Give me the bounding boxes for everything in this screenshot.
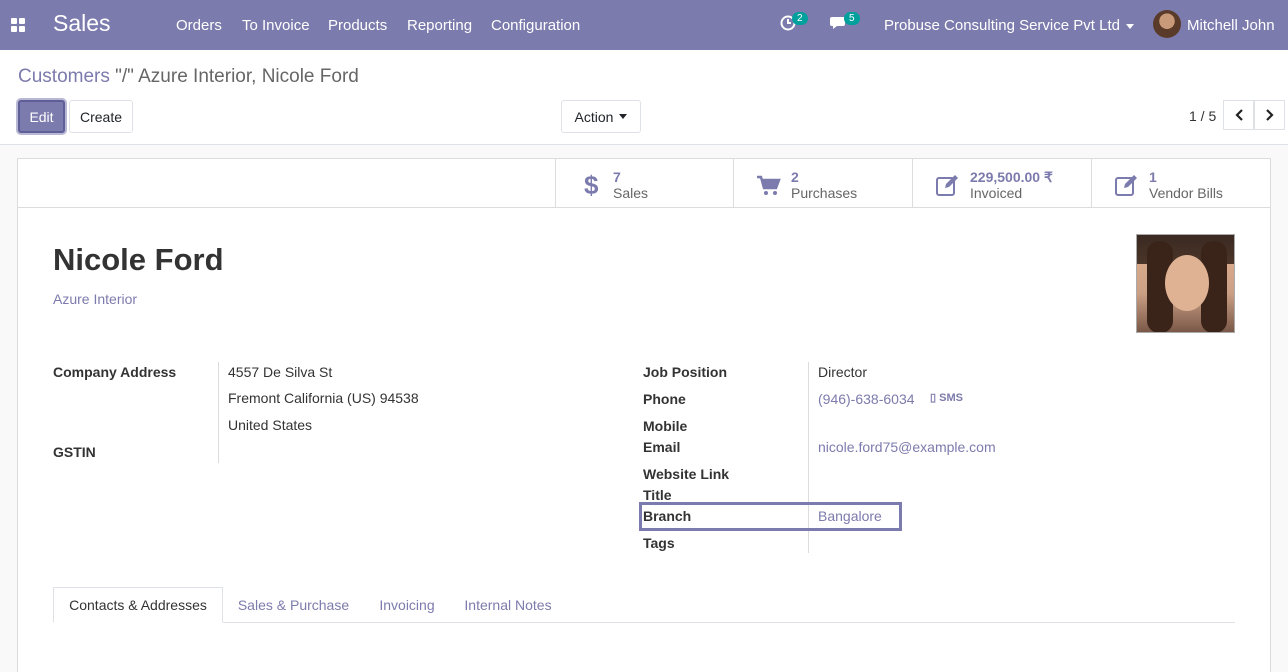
menu-orders[interactable]: Orders — [176, 17, 222, 34]
title-label: Title — [643, 487, 672, 503]
purchases-smart-button[interactable]: 2 Purchases — [733, 159, 912, 208]
purchases-count: 2 — [791, 169, 799, 185]
gstin-label: GSTIN — [53, 444, 96, 460]
website-label: Website Link — [643, 466, 730, 482]
svg-text:$: $ — [584, 172, 599, 198]
menu-reporting[interactable]: Reporting — [407, 17, 472, 34]
breadcrumb: Customers "/" Azure Interior, Nicole For… — [18, 66, 359, 88]
vendor-bills-smart-button[interactable]: 1 Vendor Bills — [1091, 159, 1270, 208]
pager-previous-button[interactable] — [1223, 100, 1254, 130]
chevron-down-icon — [619, 114, 628, 119]
activity-clock-icon[interactable]: 2 — [780, 12, 808, 34]
city-state-zip-field: Fremont California (US) 94538 — [228, 390, 419, 406]
create-button[interactable]: Create — [69, 100, 133, 133]
chevron-left-icon — [1234, 109, 1243, 121]
field-divider — [218, 362, 219, 463]
partner-name: Nicole Ford — [53, 242, 224, 277]
tags-label: Tags — [643, 535, 675, 551]
smart-button-box: $ 7 Sales 2 Purchases 229,500.00 ₹ Invoi… — [18, 159, 1270, 208]
menu-products[interactable]: Products — [328, 17, 387, 34]
purchases-label: Purchases — [791, 185, 858, 201]
breadcrumb-current: "/" Azure Interior, Nicole Ford — [115, 66, 359, 87]
menu-to-invoice[interactable]: To Invoice — [242, 17, 310, 34]
pager-value[interactable]: 1 / 5 — [1189, 108, 1216, 124]
activity-badge: 2 — [792, 12, 808, 25]
phone-value[interactable]: (946)-638-6034 — [818, 391, 915, 407]
chevron-right-icon — [1265, 109, 1274, 121]
app-name: Sales — [53, 10, 111, 36]
job-position-value: Director — [818, 364, 868, 380]
tab-sales-purchase[interactable]: Sales & Purchase — [223, 587, 364, 623]
mobile-label: Mobile — [643, 418, 688, 434]
email-value[interactable]: nicole.ford75@example.com — [818, 439, 996, 455]
tab-internal-notes[interactable]: Internal Notes — [450, 587, 566, 623]
vendor-bills-label: Vendor Bills — [1149, 185, 1223, 201]
menu-configuration[interactable]: Configuration — [491, 17, 580, 34]
edit-icon — [936, 175, 958, 196]
top-navbar: Sales Orders To Invoice Products Reporti… — [0, 0, 1288, 50]
email-label: Email — [643, 439, 681, 455]
phone-label: Phone — [643, 391, 686, 407]
mobile-icon: ▯ — [930, 392, 937, 404]
control-panel: Customers "/" Azure Interior, Nicole For… — [0, 50, 1288, 145]
edit-button[interactable]: Edit — [18, 100, 65, 133]
company-address-label: Company Address — [53, 364, 177, 380]
user-avatar[interactable] — [1153, 10, 1181, 38]
sales-count: 7 — [613, 169, 621, 185]
tab-invoicing[interactable]: Invoicing — [364, 587, 450, 623]
edit-icon — [1115, 175, 1137, 196]
partner-photo[interactable] — [1136, 234, 1235, 333]
action-label: Action — [574, 108, 614, 125]
tab-contacts-addresses[interactable]: Contacts & Addresses — [53, 587, 223, 623]
chevron-down-icon — [1125, 23, 1134, 29]
form-sheet: $ 7 Sales 2 Purchases 229,500.00 ₹ Invoi… — [17, 158, 1271, 672]
breadcrumb-customers-link[interactable]: Customers — [18, 66, 110, 87]
apps-menu-icon[interactable] — [11, 18, 25, 32]
sms-label: SMS — [939, 392, 963, 404]
sales-smart-button[interactable]: $ 7 Sales — [555, 159, 733, 208]
invoiced-label: Invoiced — [970, 185, 1023, 201]
sms-button[interactable]: ▯ SMS — [930, 391, 963, 404]
user-name[interactable]: Mitchell John — [1187, 17, 1275, 34]
invoiced-smart-button[interactable]: 229,500.00 ₹ Invoiced — [912, 159, 1091, 208]
country-field: United States — [228, 417, 313, 433]
branch-highlight-box — [639, 502, 902, 531]
messages-chat-icon[interactable]: 5 — [830, 12, 860, 34]
action-dropdown-button[interactable]: Action — [561, 100, 641, 133]
notebook-tabs: Contacts & Addresses Sales & Purchase In… — [53, 587, 1235, 623]
job-position-label: Job Position — [643, 364, 727, 380]
messages-badge: 5 — [844, 12, 860, 25]
vendor-bills-count: 1 — [1149, 169, 1157, 185]
invoiced-amount: 229,500.00 ₹ — [970, 169, 1053, 185]
company-name: Probuse Consulting Service Pvt Ltd — [884, 17, 1120, 34]
street-field: 4557 De Silva St — [228, 364, 333, 380]
dollar-icon: $ — [584, 172, 599, 198]
sales-label: Sales — [613, 185, 649, 201]
pager-next-button[interactable] — [1254, 100, 1285, 130]
cart-icon — [757, 175, 781, 195]
company-switcher[interactable]: Probuse Consulting Service Pvt Ltd — [884, 17, 1134, 34]
parent-company-link[interactable]: Azure Interior — [53, 291, 137, 307]
